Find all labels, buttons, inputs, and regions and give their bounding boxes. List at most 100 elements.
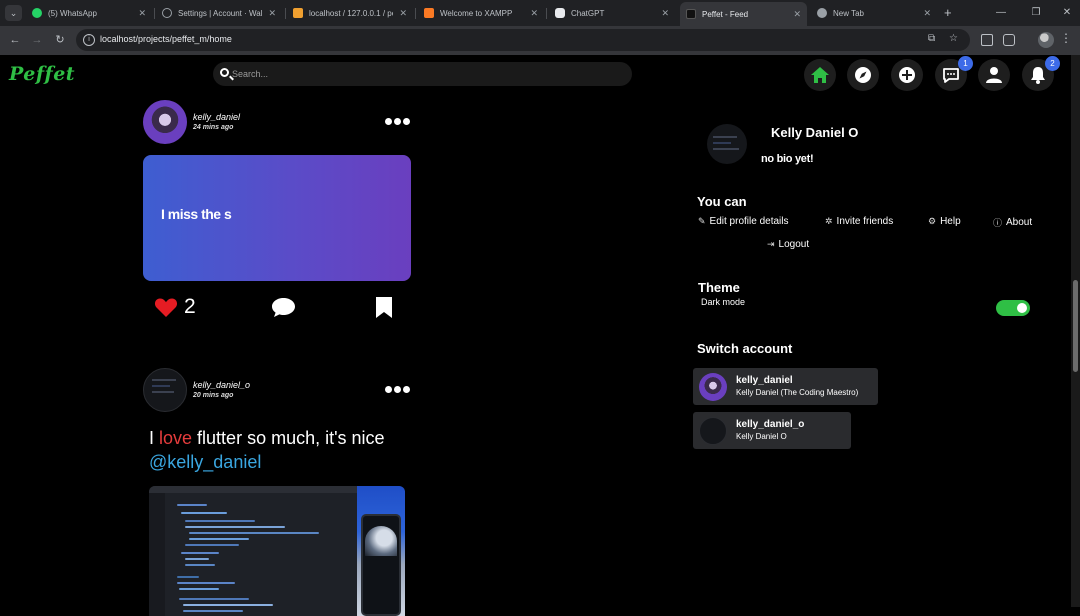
xampp-icon xyxy=(424,8,434,18)
app-header: Peffet 1 xyxy=(0,55,1080,95)
post-actions: 2 xyxy=(143,295,411,321)
dark-mode-toggle[interactable] xyxy=(996,300,1030,316)
chatgpt-icon xyxy=(555,8,565,18)
post-header: kelly_daniel_o 20 mins ago xyxy=(143,368,413,414)
search-icon xyxy=(220,68,229,77)
extensions-puzzle-icon[interactable] xyxy=(1003,34,1015,46)
help-link[interactable]: ⚙ Help xyxy=(928,216,961,227)
tab-whatsapp[interactable]: (5) WhatsApp ✕ xyxy=(26,2,152,24)
peffet-icon xyxy=(686,9,696,19)
feed-post: kelly_daniel_o 20 mins ago I love flutte… xyxy=(143,368,413,616)
search-bar[interactable] xyxy=(213,62,632,86)
close-icon[interactable]: ✕ xyxy=(138,8,146,19)
install-app-icon[interactable]: ⧉ xyxy=(928,33,935,44)
close-window-button[interactable]: ✕ xyxy=(1058,5,1076,21)
invite-sparkle-icon: ✲ xyxy=(825,216,833,226)
post-username[interactable]: kelly_daniel xyxy=(193,112,240,122)
restore-button[interactable]: ❐ xyxy=(1027,5,1045,21)
home-button[interactable] xyxy=(804,59,836,91)
tab-phpmyadmin[interactable]: localhost / 127.0.0.1 / pe ✕ xyxy=(287,2,413,24)
logout-link[interactable]: ⇥ Logout xyxy=(767,239,809,250)
logout-icon: ⇥ xyxy=(767,239,775,249)
close-icon[interactable]: ✕ xyxy=(661,8,669,19)
tab-new-tab[interactable]: New Tab ✕ xyxy=(811,2,937,24)
post-username[interactable]: kelly_daniel_o xyxy=(193,380,250,390)
switch-account-item[interactable]: kelly_daniel_o Kelly Daniel O xyxy=(693,412,851,449)
notifications-badge: 2 xyxy=(1045,56,1060,71)
new-tab-button[interactable]: + xyxy=(944,5,952,21)
reload-button[interactable]: ↻ xyxy=(53,33,67,47)
dark-mode-label: Dark mode xyxy=(701,297,746,307)
comment-icon xyxy=(272,298,295,317)
bookmark-star-icon[interactable]: ☆ xyxy=(949,33,958,44)
switch-account-item[interactable]: kelly_daniel Kelly Daniel (The Coding Ma… xyxy=(693,368,878,405)
mention-link[interactable]: @kelly_daniel xyxy=(149,452,261,472)
account-name: Kelly Daniel (The Coding Maestro) xyxy=(736,388,859,397)
tab-settings-account[interactable]: Settings | Account · Wake ✕ xyxy=(156,2,282,24)
post-header: kelly_daniel 24 mins ago xyxy=(143,100,413,146)
edit-profile-link[interactable]: ✎ Edit profile details xyxy=(698,216,788,227)
create-post-button[interactable] xyxy=(891,59,923,91)
browser-tab-strip: ⌄ (5) WhatsApp ✕ Settings | Account · Wa… xyxy=(0,0,1080,26)
notifications-button[interactable]: 2 xyxy=(1022,56,1060,91)
bell-icon xyxy=(1031,66,1045,84)
browser-menu-icon[interactable]: ⋮ xyxy=(1060,31,1072,45)
page-scrollbar[interactable] xyxy=(1071,55,1080,607)
back-button[interactable]: ← xyxy=(8,33,22,47)
invite-friends-link[interactable]: ✲ Invite friends xyxy=(825,216,893,227)
post-timestamp: 20 mins ago xyxy=(193,392,234,399)
you-can-heading: You can xyxy=(697,194,747,209)
like-button[interactable]: 2 xyxy=(154,296,196,318)
avatar xyxy=(699,417,727,445)
edit-icon: ✎ xyxy=(698,216,706,226)
chat-icon xyxy=(943,67,959,83)
switch-account-heading: Switch account xyxy=(697,341,793,356)
theme-heading: Theme xyxy=(698,280,740,295)
close-icon[interactable]: ✕ xyxy=(793,9,801,20)
close-icon[interactable]: ✕ xyxy=(268,8,276,19)
highlighted-word: love xyxy=(159,428,193,448)
profile-button[interactable] xyxy=(978,59,1010,91)
site-icon xyxy=(162,8,172,18)
post-options-button[interactable] xyxy=(385,118,410,125)
tab-chatgpt[interactable]: ChatGPT ✕ xyxy=(549,2,675,24)
messages-button[interactable]: 1 xyxy=(935,56,973,91)
forward-button[interactable]: → xyxy=(30,33,44,47)
tab-search-button[interactable]: ⌄ xyxy=(5,5,22,21)
tab-peffet-feed[interactable]: Peffet - Feed ✕ xyxy=(680,2,807,26)
messages-badge: 1 xyxy=(958,56,973,71)
app-logo[interactable]: Peffet xyxy=(9,63,75,85)
extension-icon[interactable] xyxy=(981,34,993,46)
avatar[interactable] xyxy=(143,368,187,412)
profile-avatar[interactable] xyxy=(707,124,747,164)
close-icon[interactable]: ✕ xyxy=(923,8,931,19)
info-icon[interactable]: i xyxy=(83,34,95,46)
url-text: localhost/projects/peffet_m/home xyxy=(100,34,232,44)
tab-xampp[interactable]: Welcome to XAMPP ✕ xyxy=(418,2,544,24)
search-input[interactable] xyxy=(232,65,612,83)
home-icon xyxy=(811,67,829,83)
bookmark-button[interactable] xyxy=(375,296,393,324)
feed-post: kelly_daniel 24 mins ago I miss the s 2 xyxy=(143,100,413,330)
minimize-button[interactable]: — xyxy=(992,5,1010,21)
explore-button[interactable] xyxy=(847,59,879,91)
account-name: Kelly Daniel O xyxy=(736,432,787,441)
scrollbar-thumb[interactable] xyxy=(1073,280,1078,372)
info-icon: ⓘ xyxy=(993,218,1003,228)
address-bar[interactable]: i localhost/projects/peffet_m/home ⧉ ☆ xyxy=(76,29,970,51)
close-icon[interactable]: ✕ xyxy=(399,8,407,19)
comment-button[interactable] xyxy=(271,297,296,323)
user-icon xyxy=(986,67,1002,83)
compass-icon xyxy=(855,67,871,83)
post-options-button[interactable] xyxy=(385,386,410,393)
close-icon[interactable]: ✕ xyxy=(530,8,538,19)
like-count: 2 xyxy=(184,295,196,318)
heart-icon xyxy=(154,298,178,317)
avatar[interactable] xyxy=(143,100,187,144)
about-link[interactable]: ⓘ About xyxy=(993,216,1032,229)
text-post-card[interactable]: I miss the s xyxy=(143,155,411,281)
plus-circle-icon xyxy=(899,67,915,83)
post-timestamp: 24 mins ago xyxy=(193,124,234,131)
browser-profile-avatar[interactable] xyxy=(1038,32,1054,48)
post-image[interactable] xyxy=(149,486,405,616)
